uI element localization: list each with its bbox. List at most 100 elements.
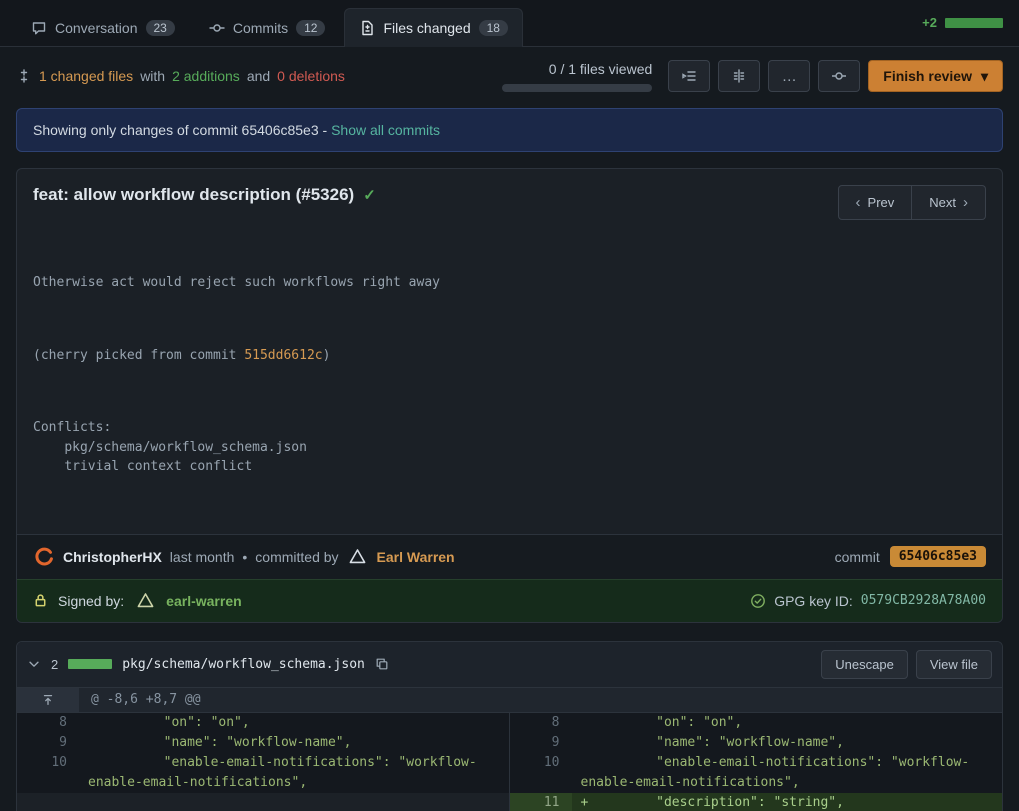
- file-changes-count: 2: [51, 657, 58, 672]
- commit-time: last month: [170, 549, 235, 565]
- file-tree-toggle-button[interactable]: [668, 60, 710, 92]
- next-label: Next: [929, 195, 956, 210]
- author-avatar[interactable]: [33, 546, 55, 568]
- finish-review-label: Finish review: [883, 68, 972, 84]
- view-file-button[interactable]: View file: [916, 650, 992, 679]
- right-line-number[interactable]: 10: [510, 753, 572, 793]
- conversation-icon: [31, 20, 47, 36]
- copy-filename-icon[interactable]: [375, 657, 389, 671]
- tab-commits-count: 12: [296, 20, 325, 36]
- file-name[interactable]: pkg/schema/workflow_schema.json: [122, 657, 365, 672]
- top-diffstat-additions: +2: [922, 15, 937, 30]
- left-code-line[interactable]: "enable-email-notifications": "workflow-…: [79, 753, 510, 793]
- right-code-line-added[interactable]: + "description": "string",: [572, 793, 1003, 811]
- files-viewed-bar: [502, 84, 652, 92]
- conflicts-line1: Conflicts:: [33, 420, 111, 435]
- code-text: "enable-email-notifications": "workflow-…: [88, 755, 477, 790]
- signer-avatar[interactable]: [134, 590, 156, 612]
- plus-sign: +: [581, 793, 594, 811]
- code-text: "on": "on",: [101, 715, 250, 730]
- right-line-number[interactable]: 11: [510, 793, 572, 811]
- right-code-line[interactable]: "on": "on",: [572, 713, 1003, 733]
- diff-summary-row: 1 changed files with 2 additions and 0 d…: [0, 47, 1019, 100]
- author-name[interactable]: ChristopherHX: [63, 549, 162, 565]
- conflicts-line3: trivial context conflict: [33, 459, 252, 474]
- tab-conversation-count: 23: [146, 20, 175, 36]
- right-line-number[interactable]: 9: [510, 733, 572, 753]
- diff-view-style-button[interactable]: [718, 60, 760, 92]
- left-line-number[interactable]: 8: [17, 713, 79, 733]
- unescape-button[interactable]: Unescape: [821, 650, 908, 679]
- finish-review-button[interactable]: Finish review ▾: [868, 60, 1003, 92]
- diff-stats-icon: [16, 68, 32, 84]
- file-header-buttons: Unescape View file: [821, 650, 992, 679]
- diff-options-button[interactable]: …: [768, 60, 810, 92]
- commit-pager: ‹ Prev Next ›: [838, 185, 986, 220]
- committer-avatar[interactable]: [347, 546, 369, 568]
- commit-filter-banner: Showing only changes of commit 65406c85e…: [16, 108, 1003, 152]
- files-viewed-progress: 0 / 1 files viewed: [502, 61, 652, 92]
- tab-commits-label: Commits: [233, 20, 288, 36]
- commit-header: feat: allow workflow description (#5326)…: [17, 169, 1002, 234]
- cherry-pick-hash-link[interactable]: 515dd6612c: [244, 348, 322, 363]
- collapse-file-icon[interactable]: [27, 657, 41, 671]
- additions-count: 2 additions: [172, 68, 240, 84]
- code-text: "on": "on",: [594, 715, 743, 730]
- conflicts-line2: pkg/schema/workflow_schema.json: [33, 440, 307, 455]
- tab-conversation-label: Conversation: [55, 20, 138, 36]
- left-code-line-empty: [79, 793, 510, 811]
- tab-files-changed-count: 18: [479, 20, 508, 36]
- show-all-commits-link[interactable]: Show all commits: [331, 122, 440, 138]
- tab-files-changed-label: Files changed: [383, 20, 470, 36]
- review-settings-button[interactable]: [818, 60, 860, 92]
- commit-author-row: ChristopherHX last month • committed by …: [17, 534, 1002, 579]
- tab-commits[interactable]: Commits 12: [194, 8, 341, 47]
- left-code-line[interactable]: "name": "workflow-name",: [79, 733, 510, 753]
- right-code-line[interactable]: "enable-email-notifications": "workflow-…: [572, 753, 1003, 793]
- diff-summary: 1 changed files with 2 additions and 0 d…: [16, 68, 345, 84]
- right-line-number[interactable]: 8: [510, 713, 572, 733]
- signed-by-label: Signed by:: [58, 593, 124, 609]
- commit-label: commit: [835, 549, 880, 565]
- left-line-number-empty: [17, 793, 79, 811]
- left-line-number[interactable]: 9: [17, 733, 79, 753]
- diff-file-header: 2 pkg/schema/workflow_schema.json Unesca…: [17, 642, 1002, 687]
- diff-row: 10 "enable-email-notifications": "workfl…: [17, 753, 1002, 793]
- gpg-signed-row: Signed by: earl-warren GPG key ID: 0579C…: [17, 579, 1002, 622]
- gpg-key-label: GPG key ID:: [774, 593, 853, 609]
- code-text: "enable-email-notifications": "workflow-…: [581, 755, 970, 790]
- ci-success-icon[interactable]: ✓: [363, 186, 376, 204]
- files-viewed-label: 0 / 1 files viewed: [549, 61, 653, 77]
- commit-title: feat: allow workflow description (#5326)…: [33, 185, 376, 205]
- diff-toolbar: 0 / 1 files viewed … Finish review ▾: [502, 60, 1003, 92]
- tab-conversation[interactable]: Conversation 23: [16, 8, 190, 47]
- deletions-count: 0 deletions: [277, 68, 345, 84]
- code-text: "name": "workflow-name",: [101, 735, 351, 750]
- left-code-line[interactable]: "on": "on",: [79, 713, 510, 733]
- committed-by-label: committed by: [255, 549, 338, 565]
- committer-name[interactable]: Earl Warren: [377, 549, 455, 565]
- dot-separator: •: [242, 549, 247, 565]
- split-diff-table: 8 "on": "on", 8 "on": "on", 9 "name": "w…: [17, 713, 1002, 811]
- hunk-header-row: @ -8,6 +8,7 @@: [17, 687, 1002, 713]
- code-text: "name": "workflow-name",: [594, 735, 844, 750]
- prev-label: Prev: [868, 195, 895, 210]
- tab-files-changed[interactable]: Files changed 18: [344, 8, 523, 47]
- verified-shield-icon: [750, 593, 766, 609]
- chevron-right-icon: ›: [963, 194, 968, 211]
- diff-row: 9 "name": "workflow-name", 9 "name": "wo…: [17, 733, 1002, 753]
- pr-tab-bar: Conversation 23 Commits 12 Files changed…: [0, 0, 1019, 47]
- prev-commit-button[interactable]: ‹ Prev: [838, 185, 913, 220]
- commit-conflicts-block: Conflicts: pkg/schema/workflow_schema.js…: [33, 418, 986, 477]
- left-line-number[interactable]: 10: [17, 753, 79, 793]
- signer-name[interactable]: earl-warren: [166, 593, 241, 609]
- cherry-pick-text-end: ): [323, 348, 331, 363]
- pr-tabs: Conversation 23 Commits 12 Files changed…: [16, 8, 523, 46]
- expand-hunk-button[interactable]: [17, 688, 79, 712]
- next-commit-button[interactable]: Next ›: [912, 185, 986, 220]
- right-code-line[interactable]: "name": "workflow-name",: [572, 733, 1003, 753]
- commit-sha-badge[interactable]: 65406c85e3: [890, 546, 986, 567]
- file-diffstat-bar: [68, 659, 112, 669]
- changed-files-count: 1 changed files: [39, 68, 133, 84]
- diff-row: 8 "on": "on", 8 "on": "on",: [17, 713, 1002, 733]
